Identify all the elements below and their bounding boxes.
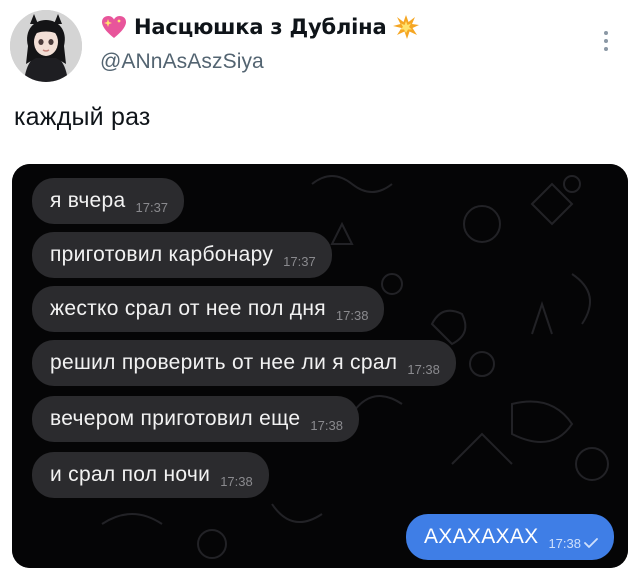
message-time: 17:37 [135, 199, 169, 215]
message-text: решил проверить от нее ли я срал [50, 351, 398, 374]
avatar[interactable] [10, 10, 82, 82]
message-time: 17:38 [310, 417, 343, 433]
message-text: жестко срал от нее пол дня [50, 297, 326, 320]
message-time: 17:38 [220, 473, 253, 489]
message-bubble: вечером приготовил еще 17:38 [32, 396, 359, 442]
message-bubble: решил проверить от нее ли я срал 17:38 [32, 340, 456, 386]
message-text: АХАХАХАХ [423, 525, 539, 548]
message-text: я вчера [50, 189, 126, 212]
check-icon [584, 538, 598, 548]
message-time: 17:38 [548, 535, 581, 551]
message-bubble: приготовил карбонару 17:37 [32, 232, 332, 278]
message-time: 17:38 [335, 307, 369, 323]
message-bubble: жестко срал от нее пол дня 17:38 [32, 286, 385, 332]
more-options-button[interactable] [596, 28, 616, 54]
more-dot-icon [604, 31, 608, 35]
author-name-row[interactable]: Насцюшка з Дубліна [100, 14, 420, 40]
outgoing-message-bubble: АХАХАХАХ 17:38 [405, 514, 614, 560]
collision-icon [393, 15, 420, 39]
tweet-text: каждый раз [14, 103, 151, 131]
message-bubble: я вчера 17:37 [32, 178, 185, 224]
message-text: вечером приготовил еще [50, 407, 301, 430]
message-time: 17:37 [283, 253, 316, 269]
tweet-media-screenshot[interactable]: я вчера 17:37 приготовил карбонару 17:37… [12, 164, 628, 568]
avatar-illustration [10, 10, 82, 82]
message-bubble: и срал пол ночи 17:38 [32, 452, 269, 498]
display-name[interactable]: Насцюшка з Дубліна [134, 15, 387, 39]
message-text: приготовил карбонару [50, 243, 274, 266]
message-text: и срал пол ночи [50, 463, 211, 486]
sparkling-heart-icon [102, 16, 126, 38]
author-handle[interactable]: @ANnAsAszSiya [100, 50, 264, 74]
more-dot-icon [604, 39, 608, 43]
message-time: 17:38 [407, 361, 440, 377]
more-dot-icon [604, 47, 608, 51]
tweet-header: Насцюшка з Дубліна @ANnAsAszSiya [0, 0, 640, 90]
